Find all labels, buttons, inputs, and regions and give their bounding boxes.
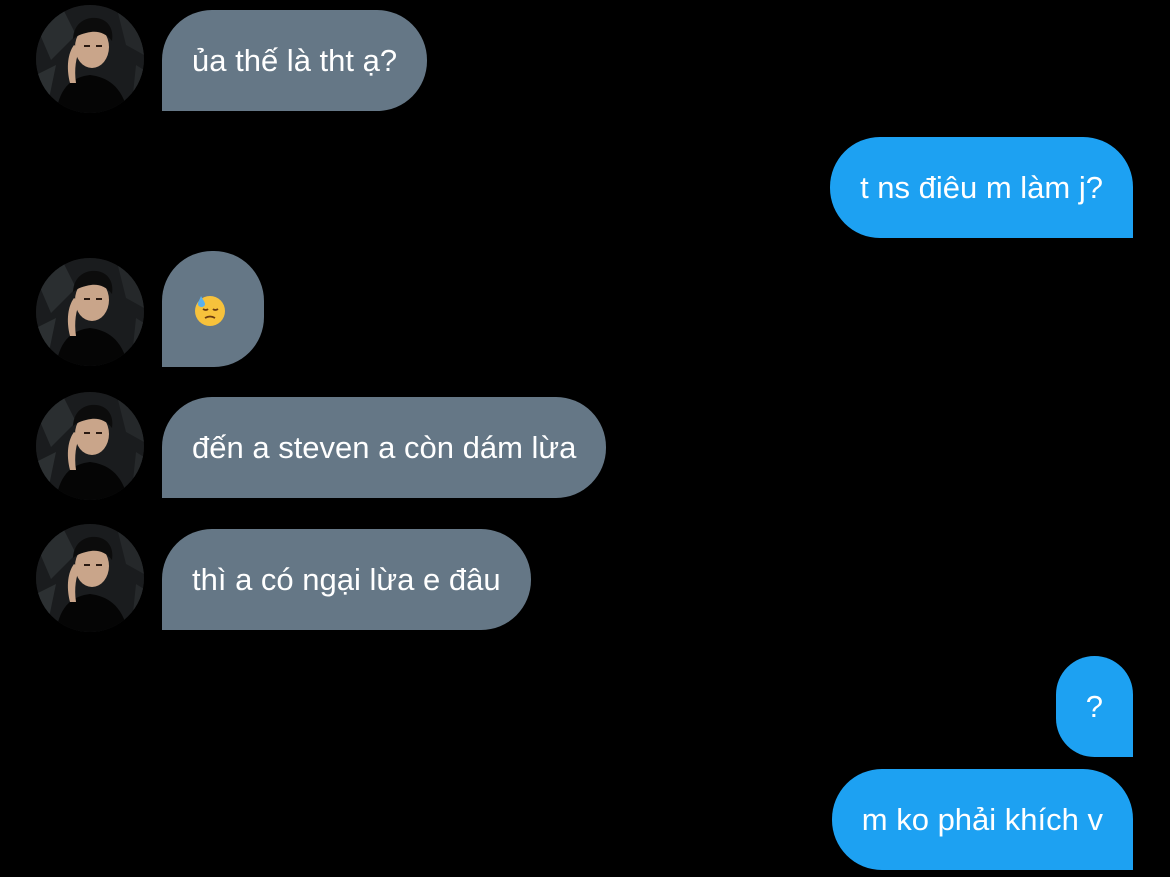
downcast-face-with-sweat-emoji-icon — [193, 293, 227, 327]
user-avatar-icon — [36, 5, 144, 113]
user-avatar-icon — [36, 258, 144, 366]
avatar[interactable] — [36, 392, 144, 500]
message-bubble-sent[interactable]: ? — [1055, 656, 1133, 757]
message-bubble-received[interactable]: đến a steven a còn dám lừa — [162, 397, 607, 498]
avatar[interactable] — [36, 258, 144, 366]
user-avatar-icon — [36, 524, 144, 632]
message-bubble-received[interactable]: ủa thế là tht ạ? — [162, 10, 428, 111]
message-bubble-received[interactable] — [162, 251, 264, 367]
message-bubble-received[interactable]: thì a có ngại lừa e đâu — [162, 529, 531, 630]
user-avatar-icon — [36, 392, 144, 500]
message-bubble-sent[interactable]: t ns điêu m làm j? — [830, 137, 1133, 238]
message-bubble-sent[interactable]: m ko phải khích v — [831, 769, 1133, 870]
avatar[interactable] — [36, 524, 144, 632]
avatar[interactable] — [36, 5, 144, 113]
